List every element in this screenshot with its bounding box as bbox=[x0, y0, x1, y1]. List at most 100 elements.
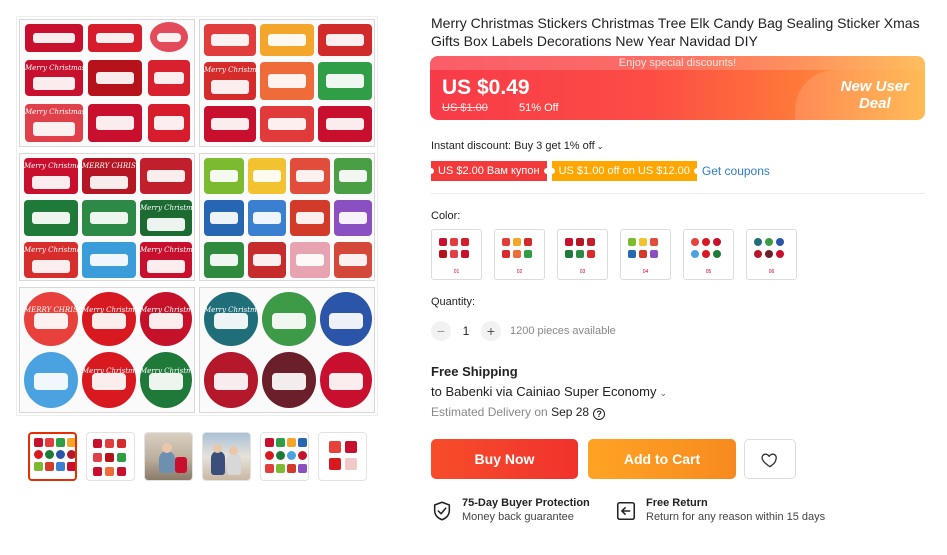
buyer-protection: 75-Day Buyer Protection Money back guara… bbox=[431, 497, 601, 525]
product-title: Merry Christmas Stickers Christmas Tree … bbox=[431, 15, 920, 49]
help-icon[interactable]: ? bbox=[593, 408, 606, 420]
sticker-label bbox=[25, 24, 83, 52]
coupon-badge[interactable]: US $2.00 Вам купон bbox=[428, 161, 550, 181]
sticker-label bbox=[320, 352, 372, 408]
sticker-label bbox=[150, 22, 188, 52]
stock-available: 1200 pieces available bbox=[510, 325, 616, 337]
sticker-label: Merry Christmas bbox=[140, 292, 194, 346]
sticker-label bbox=[140, 158, 192, 194]
thumbnail-4[interactable] bbox=[202, 432, 251, 481]
sticker-label bbox=[148, 104, 190, 142]
new-user-deal-badge: New User Deal bbox=[841, 78, 909, 112]
sticker-label bbox=[334, 158, 372, 194]
sticker-label bbox=[24, 200, 78, 236]
thumbnail-2[interactable] bbox=[86, 432, 135, 481]
sticker-label: Merry Christmas bbox=[24, 158, 84, 194]
color-option-03[interactable]: 03 bbox=[557, 229, 608, 280]
color-option-05[interactable]: 05 bbox=[683, 229, 734, 280]
color-option-01[interactable]: 01 bbox=[431, 229, 482, 280]
sticker-label bbox=[204, 352, 258, 408]
price-banner: Enjoy special discounts! US $0.49 US $1.… bbox=[430, 56, 925, 120]
sticker-label bbox=[82, 242, 136, 278]
decrease-quantity-button[interactable]: − bbox=[431, 321, 451, 341]
sticker-label: Merry Christmas bbox=[140, 352, 194, 408]
sticker-label bbox=[260, 106, 314, 142]
sticker-label bbox=[334, 242, 372, 278]
coupon-row: US $2.00 Вам купон US $1.00 off on US $1… bbox=[428, 161, 770, 181]
get-coupons-link[interactable]: Get coupons bbox=[702, 164, 770, 178]
original-price: US $1.00 bbox=[442, 102, 488, 114]
promo-strip: Enjoy special discounts! bbox=[430, 56, 925, 70]
sticker-sheet: Merry Christmas bbox=[199, 19, 375, 147]
sticker-label: Merry Christmas bbox=[140, 200, 194, 236]
chevron-down-icon: ⌄ bbox=[659, 388, 668, 398]
sticker-label bbox=[290, 200, 330, 236]
sticker-sheet bbox=[199, 153, 375, 281]
protection-subtitle: Money back guarantee bbox=[462, 511, 574, 523]
quantity-stepper: − 1 + 1200 pieces available bbox=[431, 320, 616, 342]
sticker-label bbox=[204, 242, 244, 278]
sticker-label: Merry Christmas bbox=[82, 352, 142, 408]
sticker-label bbox=[318, 106, 372, 142]
sticker-label: Merry Christmas bbox=[25, 104, 85, 142]
return-subtitle: Return for any reason within 15 days bbox=[646, 511, 826, 523]
shipping-title: Free Shipping bbox=[431, 364, 518, 379]
sticker-label: Merry Christmas bbox=[140, 242, 194, 278]
sticker-label: MERRY CHRISTMAS bbox=[82, 158, 157, 194]
return-title: Free Return bbox=[646, 497, 708, 509]
estimated-delivery: Estimated Delivery on Sep 28? bbox=[431, 405, 606, 420]
estimated-delivery-label: Estimated Delivery on bbox=[431, 405, 548, 419]
sticker-label bbox=[204, 24, 256, 56]
option-caption: 05 bbox=[705, 269, 712, 275]
sticker-label bbox=[24, 352, 78, 408]
sticker-label bbox=[320, 292, 372, 346]
return-icon bbox=[616, 501, 636, 521]
sticker-label bbox=[88, 104, 142, 142]
add-to-cart-button[interactable]: Add to Cart bbox=[588, 439, 736, 479]
shield-check-icon bbox=[433, 501, 451, 521]
delivery-date: Sep 28 bbox=[551, 405, 590, 419]
instant-discount-text: Instant discount: Buy 3 get 1% off bbox=[431, 140, 595, 152]
thumbnail-3[interactable] bbox=[144, 432, 193, 481]
sticker-label bbox=[204, 158, 244, 194]
option-caption: 06 bbox=[768, 269, 775, 275]
shipping-destination-text: to Babenki via Cainiao Super Economy bbox=[431, 384, 657, 399]
wishlist-button[interactable] bbox=[744, 439, 796, 479]
sticker-sheet: MERRY CHRISTMAS Merry Christmas Merry Ch… bbox=[19, 287, 195, 413]
option-caption: 02 bbox=[516, 269, 523, 275]
quantity-input[interactable]: 1 bbox=[451, 324, 481, 338]
sticker-label: Merry Christmas bbox=[204, 292, 264, 346]
color-option-04[interactable]: 04 bbox=[620, 229, 671, 280]
instant-discount[interactable]: Instant discount: Buy 3 get 1% off ⌄ bbox=[431, 140, 603, 152]
current-price: US $0.49 bbox=[442, 76, 530, 99]
sticker-label bbox=[262, 352, 316, 408]
buy-now-button[interactable]: Buy Now bbox=[431, 439, 578, 479]
thumbnail-6[interactable] bbox=[318, 432, 367, 481]
thumbnail-5[interactable] bbox=[260, 432, 309, 481]
sticker-label bbox=[248, 242, 286, 278]
thumbnail-1[interactable] bbox=[28, 432, 77, 481]
sticker-label bbox=[290, 242, 330, 278]
sticker-label: MERRY CHRISTMAS bbox=[24, 292, 99, 346]
increase-quantity-button[interactable]: + bbox=[481, 321, 501, 341]
chevron-down-icon: ⌄ bbox=[596, 142, 604, 151]
sticker-label bbox=[204, 106, 256, 142]
sticker-sheet: Merry Christmas bbox=[199, 287, 375, 413]
coupon-badge[interactable]: US $1.00 off on US $12.00 bbox=[548, 161, 701, 181]
free-return: Free Return Return for any reason within… bbox=[615, 497, 840, 525]
sticker-sheet: Merry Christmas Merry Christmas bbox=[19, 19, 195, 147]
sticker-label bbox=[262, 292, 316, 346]
sticker-label bbox=[204, 200, 244, 236]
sticker-label bbox=[334, 200, 372, 236]
sticker-label bbox=[260, 24, 314, 56]
heart-icon bbox=[761, 453, 777, 468]
sticker-label bbox=[318, 24, 372, 56]
shipping-destination[interactable]: to Babenki via Cainiao Super Economy ⌄ bbox=[431, 384, 667, 399]
sticker-label bbox=[82, 200, 136, 236]
color-option-02[interactable]: 02 bbox=[494, 229, 545, 280]
sticker-label bbox=[248, 158, 286, 194]
deal-line-2: Deal bbox=[858, 95, 891, 112]
color-option-06[interactable]: 06 bbox=[746, 229, 797, 280]
main-product-image[interactable]: Merry Christmas Merry Christmas Merry Ch… bbox=[16, 16, 378, 416]
sticker-label bbox=[148, 60, 190, 96]
